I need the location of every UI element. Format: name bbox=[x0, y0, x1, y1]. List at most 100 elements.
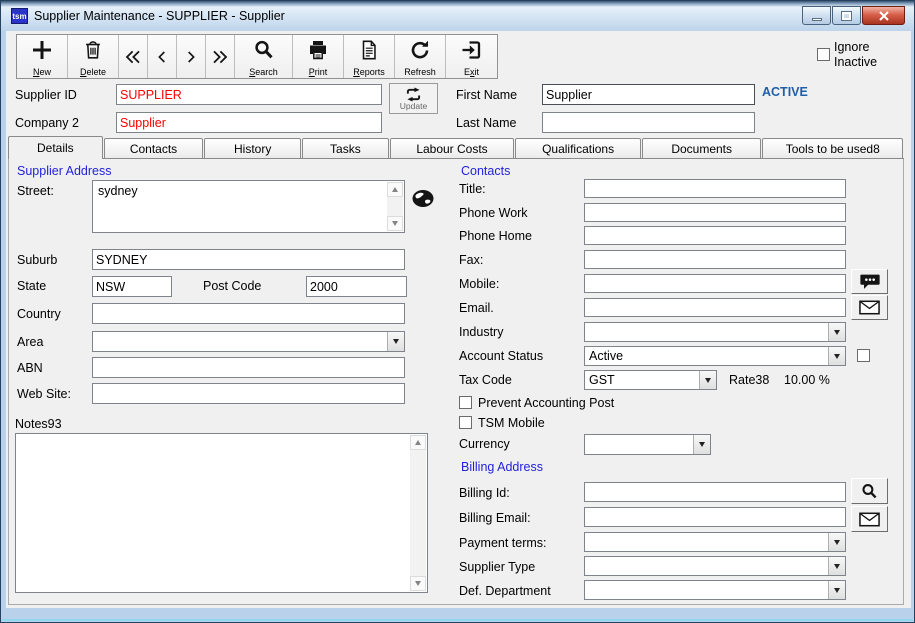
refresh-icon bbox=[408, 37, 432, 62]
chevrons-right-icon bbox=[211, 48, 229, 66]
postcode-input[interactable] bbox=[306, 276, 407, 297]
chevron-down-icon[interactable] bbox=[699, 371, 716, 389]
account-status-checkbox[interactable] bbox=[857, 349, 870, 362]
billing-email-input[interactable] bbox=[584, 507, 846, 527]
company2-input[interactable] bbox=[116, 112, 382, 133]
title-label: Title: bbox=[459, 182, 486, 196]
billing-address-heading: Billing Address bbox=[461, 460, 543, 474]
abn-input[interactable] bbox=[92, 357, 405, 378]
maximize-button[interactable] bbox=[832, 6, 861, 25]
phone-work-input[interactable] bbox=[584, 203, 846, 222]
notes-textarea[interactable] bbox=[15, 433, 428, 593]
printer-icon bbox=[306, 37, 330, 62]
minimize-button[interactable] bbox=[802, 6, 831, 25]
last-record-button[interactable] bbox=[206, 35, 235, 78]
first-name-input[interactable] bbox=[542, 84, 755, 105]
tsm-mobile-checkbox[interactable] bbox=[459, 416, 472, 429]
chevron-down-icon[interactable] bbox=[828, 347, 845, 365]
tab-tasks[interactable]: Tasks bbox=[302, 138, 389, 158]
chevron-right-icon bbox=[183, 48, 199, 66]
chevron-down-icon[interactable] bbox=[693, 435, 710, 454]
scroll-up-icon[interactable] bbox=[410, 435, 426, 450]
company2-label: Company 2 bbox=[15, 116, 79, 130]
email-input[interactable] bbox=[584, 298, 846, 317]
supplier-id-input[interactable] bbox=[116, 84, 382, 105]
send-sms-button[interactable] bbox=[851, 269, 888, 294]
first-record-button[interactable] bbox=[119, 35, 148, 78]
billing-id-lookup-button[interactable] bbox=[851, 478, 888, 504]
last-name-input[interactable] bbox=[542, 112, 755, 133]
client-area: New Delete bbox=[6, 31, 911, 608]
chevron-down-icon[interactable] bbox=[828, 323, 845, 341]
tab-details[interactable]: Details bbox=[8, 136, 103, 159]
print-button[interactable]: Print bbox=[293, 35, 344, 78]
next-record-button[interactable] bbox=[177, 35, 206, 78]
street-textarea[interactable]: sydney bbox=[92, 180, 405, 233]
account-status-label: Account Status bbox=[459, 349, 543, 363]
scroll-down-icon[interactable] bbox=[410, 576, 426, 591]
notes-scrollbar[interactable] bbox=[410, 435, 426, 591]
area-combobox[interactable] bbox=[92, 331, 405, 352]
fax-input[interactable] bbox=[584, 250, 846, 269]
phone-home-input[interactable] bbox=[584, 226, 846, 245]
send-email-button[interactable] bbox=[851, 295, 888, 320]
mobile-input[interactable] bbox=[584, 274, 846, 293]
tab-labour-costs[interactable]: Labour Costs bbox=[390, 138, 515, 158]
titlebar: tsm Supplier Maintenance - SUPPLIER - Su… bbox=[1, 1, 914, 31]
website-input[interactable] bbox=[92, 383, 405, 404]
state-label: State bbox=[17, 279, 46, 293]
search-button[interactable]: Search bbox=[235, 35, 293, 78]
refresh-button[interactable]: Refresh bbox=[395, 35, 446, 78]
tab-history[interactable]: History bbox=[204, 138, 301, 158]
ignore-inactive-checkbox[interactable] bbox=[817, 48, 830, 61]
close-icon bbox=[878, 10, 890, 22]
suburb-input[interactable] bbox=[92, 249, 405, 270]
chevron-down-icon[interactable] bbox=[828, 533, 845, 551]
billing-email-send-button[interactable] bbox=[851, 506, 888, 532]
prevent-accounting-post-checkbox[interactable] bbox=[459, 396, 472, 409]
new-button[interactable]: New bbox=[17, 35, 68, 78]
abn-label: ABN bbox=[17, 361, 43, 375]
tax-code-combobox[interactable]: GST bbox=[584, 370, 717, 390]
chevron-down-icon[interactable] bbox=[828, 557, 845, 575]
country-input[interactable] bbox=[92, 303, 405, 324]
tab-contacts[interactable]: Contacts bbox=[104, 138, 204, 158]
street-label: Street: bbox=[17, 184, 54, 198]
suburb-label: Suburb bbox=[17, 253, 57, 267]
exit-icon bbox=[460, 37, 484, 62]
account-status-combobox[interactable]: Active bbox=[584, 346, 846, 366]
status-badge: ACTIVE bbox=[762, 85, 808, 99]
def-department-combobox[interactable] bbox=[584, 580, 846, 600]
search-icon bbox=[252, 37, 276, 62]
tab-documents[interactable]: Documents bbox=[642, 138, 762, 158]
previous-record-button[interactable] bbox=[148, 35, 177, 78]
supplier-type-combobox[interactable] bbox=[584, 556, 846, 576]
supplier-address-heading: Supplier Address bbox=[17, 164, 112, 178]
currency-combobox[interactable] bbox=[584, 434, 711, 455]
industry-label: Industry bbox=[459, 325, 503, 339]
area-label: Area bbox=[17, 335, 43, 349]
scroll-up-icon[interactable] bbox=[387, 182, 403, 197]
tab-tools[interactable]: Tools to be used8 bbox=[762, 138, 903, 158]
chevron-down-icon[interactable] bbox=[828, 581, 845, 599]
update-button[interactable]: Update bbox=[389, 83, 438, 114]
tab-qualifications[interactable]: Qualifications bbox=[515, 138, 641, 158]
state-input[interactable] bbox=[92, 276, 172, 297]
scroll-down-icon[interactable] bbox=[387, 216, 403, 231]
delete-button[interactable]: Delete bbox=[68, 35, 119, 78]
payment-terms-combobox[interactable] bbox=[584, 532, 846, 552]
chevron-down-icon[interactable] bbox=[387, 332, 404, 351]
reports-button[interactable]: Reports bbox=[344, 35, 395, 78]
search-icon bbox=[860, 482, 879, 501]
billing-id-input[interactable] bbox=[584, 482, 846, 502]
supplier-id-label: Supplier ID bbox=[15, 88, 77, 102]
title-input[interactable] bbox=[584, 179, 846, 198]
close-button[interactable] bbox=[862, 6, 905, 25]
sms-bubble-icon bbox=[859, 273, 881, 290]
minimize-icon bbox=[812, 18, 822, 21]
street-scrollbar[interactable] bbox=[387, 182, 403, 231]
industry-combobox[interactable] bbox=[584, 322, 846, 342]
globe-icon[interactable] bbox=[411, 189, 435, 213]
exit-button[interactable]: Exit bbox=[446, 35, 497, 78]
chevrons-left-icon bbox=[124, 48, 142, 66]
